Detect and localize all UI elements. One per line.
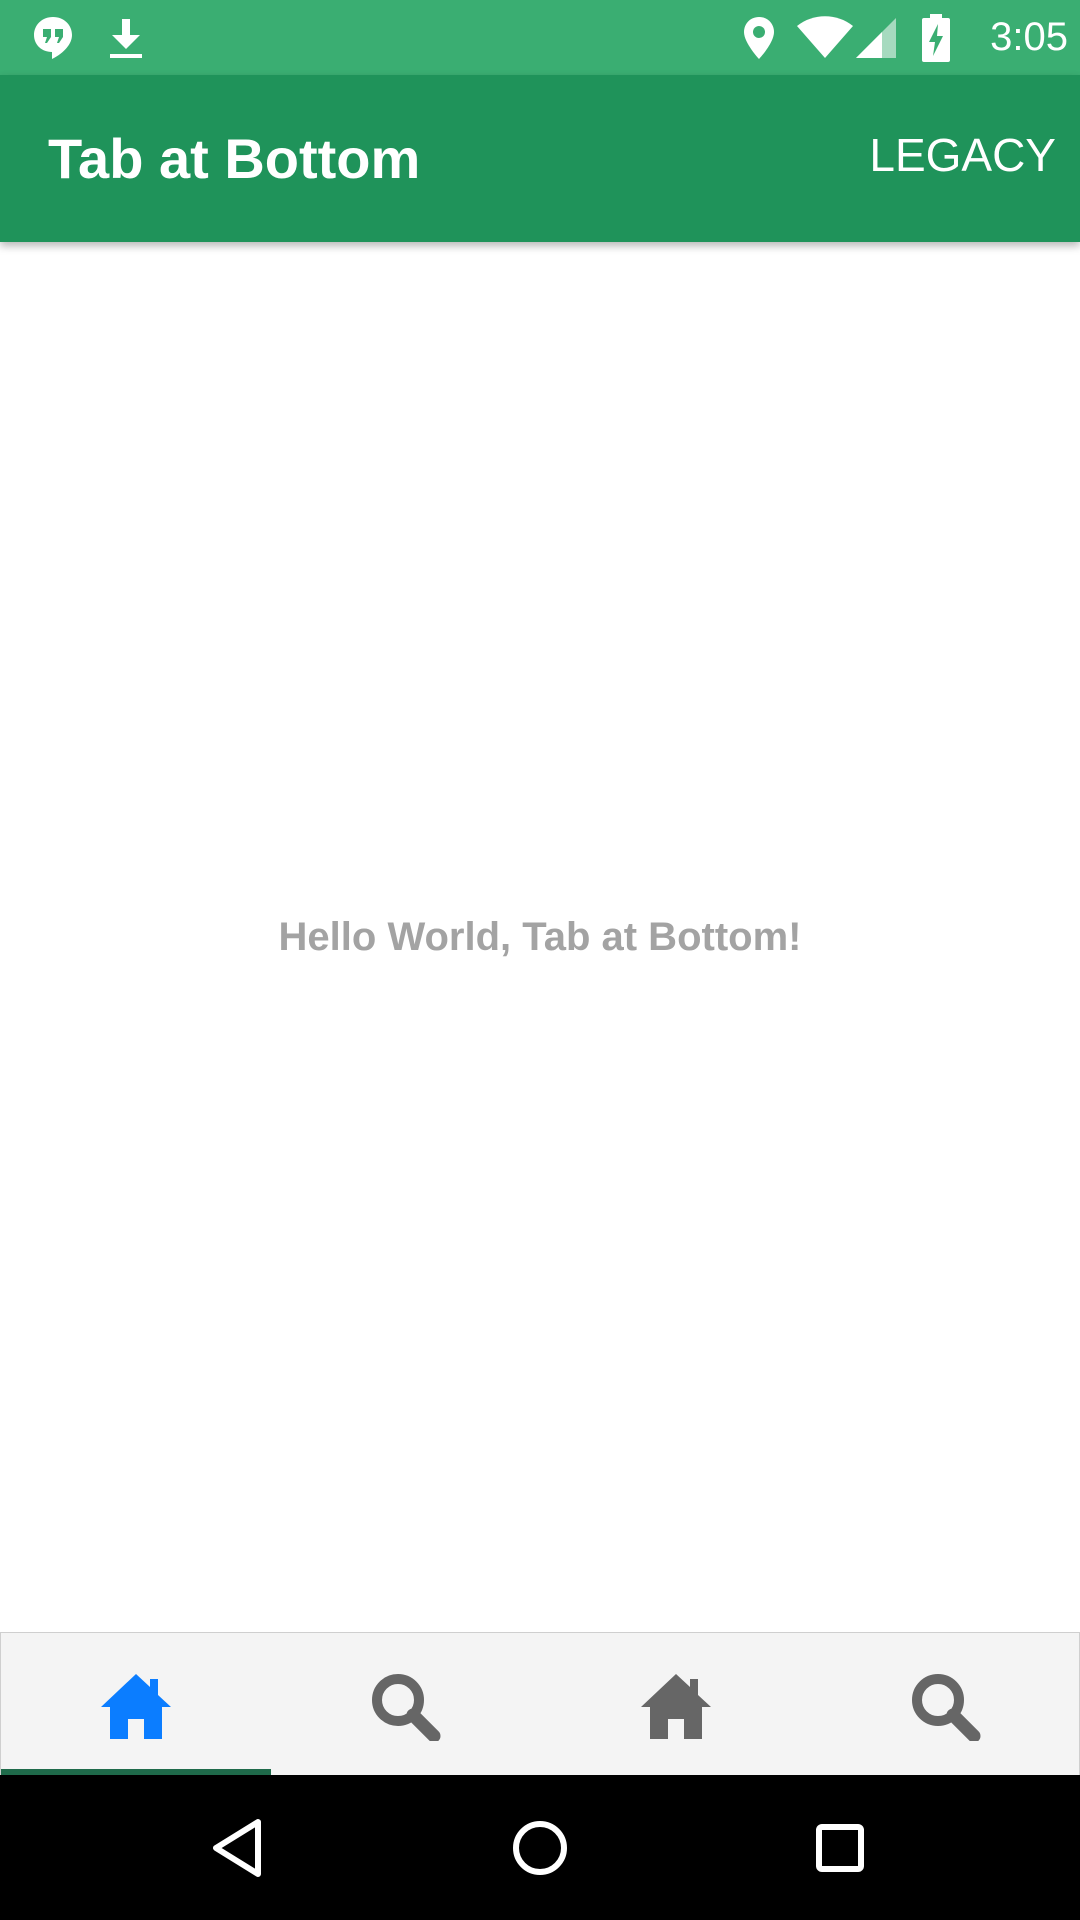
hangouts-icon <box>32 15 74 61</box>
status-clock: 3:05 <box>990 15 1068 59</box>
home-icon <box>641 1674 711 1739</box>
status-bar: 3:05 <box>0 0 1080 75</box>
home-circle-icon <box>513 1821 567 1875</box>
battery-charging-icon <box>920 13 952 63</box>
recents-button[interactable] <box>804 1812 876 1884</box>
back-icon <box>213 1819 261 1877</box>
tab-search-2[interactable] <box>811 1633 1080 1775</box>
recents-icon <box>816 1824 864 1872</box>
home-button[interactable] <box>504 1812 576 1884</box>
legacy-button[interactable]: LEGACY <box>869 125 1056 185</box>
tab-home-1[interactable] <box>1 1633 271 1775</box>
system-nav-bar <box>0 1775 1080 1920</box>
tab-search-1[interactable] <box>271 1633 541 1775</box>
app-bar: Tab at Bottom LEGACY <box>0 75 1080 242</box>
download-icon <box>108 17 144 59</box>
tab-home-2[interactable] <box>541 1633 811 1775</box>
home-icon <box>101 1674 171 1739</box>
bottom-tab-bar <box>0 1632 1080 1775</box>
search-icon <box>372 1674 441 1741</box>
search-icon <box>912 1674 981 1741</box>
location-icon <box>742 15 776 61</box>
hello-message: Hello World, Tab at Bottom! <box>278 915 802 959</box>
back-button[interactable] <box>204 1812 276 1884</box>
main-content: Hello World, Tab at Bottom! <box>0 242 1080 1632</box>
app-title: Tab at Bottom <box>48 127 421 190</box>
signal-icon <box>854 16 898 60</box>
wifi-icon <box>796 16 854 60</box>
